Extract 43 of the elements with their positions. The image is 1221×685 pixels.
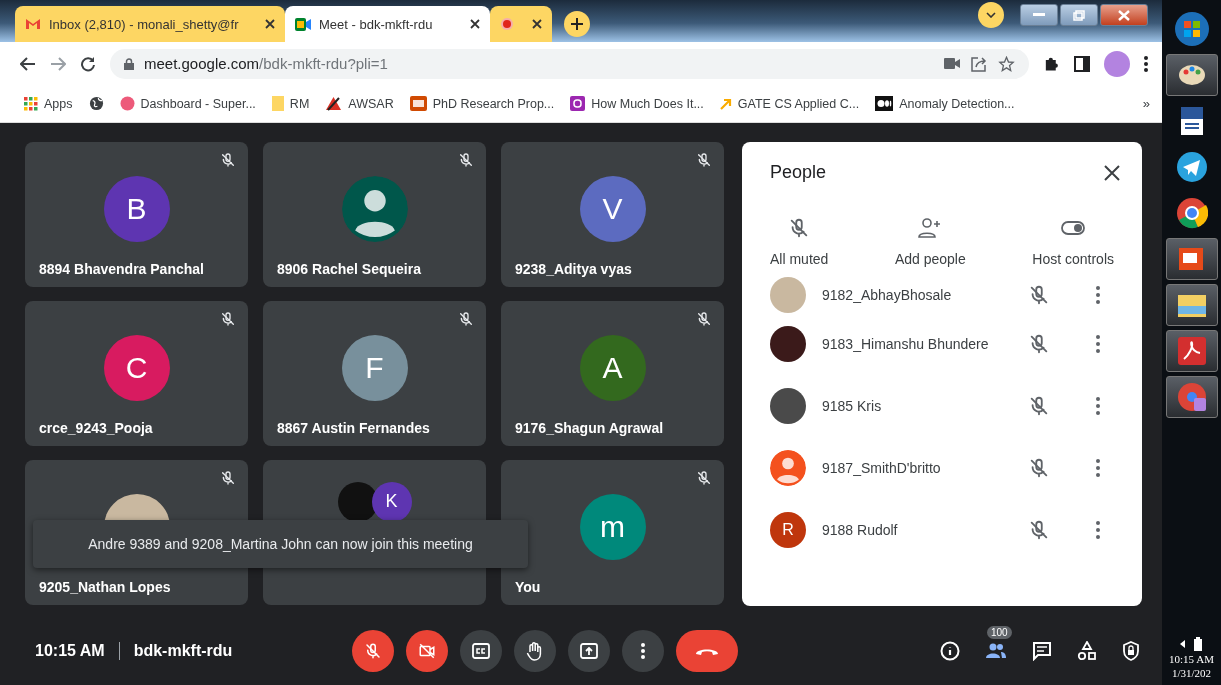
avatar: R — [770, 512, 806, 548]
participant-name: 9187_SmithD'britto — [822, 460, 942, 476]
participant-name: 8867 Austin Fernandes — [277, 420, 430, 436]
bookmark-link[interactable]: RM — [289, 96, 310, 111]
participant-name: 8894 Bhavendra Panchal — [39, 261, 204, 277]
bookmark-link[interactable]: Apps — [44, 96, 73, 111]
participant-name: 8906 Rachel Sequeira — [277, 261, 421, 277]
panel-action-button[interactable]: Host controls — [1032, 217, 1114, 267]
avatar: F — [341, 334, 408, 401]
participant-name: 9188 Rudolf — [822, 522, 899, 538]
clock-time[interactable]: 10:15 AM — [1169, 653, 1214, 665]
browser-tab[interactable]: Inbox (2,810) - monali_shetty@fr — [15, 6, 285, 42]
clock-date[interactable]: 1/31/202 — [1171, 667, 1212, 679]
panel-action-button[interactable]: Add people — [894, 217, 966, 267]
bookmark-link[interactable]: How Much Does It... — [591, 96, 704, 111]
more-bookmarks[interactable]: » — [1142, 96, 1150, 111]
notification-toast: Andre 9389 and 9208_Martina John can now join this meeting — [33, 520, 528, 568]
panel-title: People — [770, 162, 827, 183]
avatar: m — [579, 493, 646, 560]
participant-name: 9182_AbhayBhosale — [822, 287, 953, 303]
avatar: B — [103, 175, 170, 242]
avatar: V — [579, 175, 646, 242]
meeting-time: 10:15 AM — [35, 641, 105, 660]
participant-name: 9176_Shagun Agrawal — [515, 420, 664, 436]
participant-name: You — [515, 579, 541, 595]
participant-name: crce_9243_Pooja — [39, 420, 153, 436]
participant-count-badge: 100 — [987, 625, 1012, 639]
browser-tab[interactable]: Meet - bdk-mkft-rdu — [285, 6, 490, 42]
meeting-code: bdk-mkft-rdu — [133, 641, 233, 660]
participant-name: 9183_Himanshu Bhundere — [822, 336, 990, 352]
panel-action-button[interactable]: All muted — [770, 217, 829, 267]
bookmark-link[interactable]: PhD Research Prop... — [432, 96, 555, 111]
bookmark-link[interactable]: GATE CS Applied C... — [737, 96, 860, 111]
address-bar[interactable]: meet.google.com/bdk-mkft-rdu?pli=1 — [110, 48, 1029, 79]
participant-name: 9238_Aditya vyas — [515, 261, 632, 277]
bookmark-link[interactable]: AWSAR — [348, 96, 394, 111]
participant-name: 9185 Kris — [822, 398, 883, 414]
avatar: C — [103, 334, 170, 401]
avatar: A — [579, 334, 646, 401]
bookmark-link[interactable]: Anomaly Detection... — [899, 96, 1015, 111]
participant-name: 9205_Nathan Lopes — [39, 579, 171, 595]
bookmark-link[interactable]: Dashboard - Super... — [140, 96, 256, 111]
avatar: K — [371, 481, 412, 522]
